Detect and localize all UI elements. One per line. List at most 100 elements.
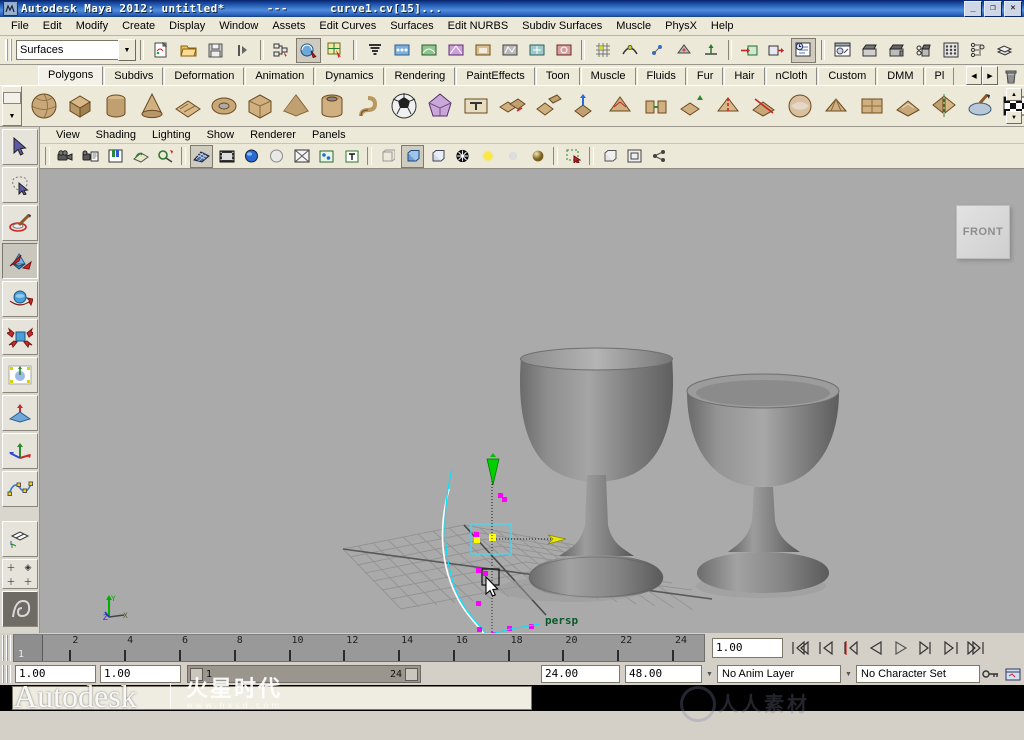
- auto-keyframe-icon[interactable]: [980, 668, 1002, 680]
- resolution-gate-icon[interactable]: [240, 145, 263, 168]
- menu-item-create[interactable]: Create: [115, 19, 162, 33]
- character-set-dropdown-arrow[interactable]: ▼: [841, 667, 856, 681]
- character-set-combo[interactable]: No Character Set: [856, 665, 980, 683]
- gate-mask-icon[interactable]: [265, 145, 288, 168]
- hulls-mask-icon[interactable]: [497, 38, 522, 63]
- help-line[interactable]: [12, 686, 532, 710]
- view-cube[interactable]: FRONT: [956, 205, 1010, 259]
- select-by-component-icon[interactable]: [323, 38, 348, 63]
- shelf-tab-next-button[interactable]: ▶: [982, 66, 998, 85]
- igs-render-icon[interactable]: [884, 38, 909, 63]
- xray-icon[interactable]: [290, 145, 313, 168]
- joints-xray-icon[interactable]: [315, 145, 338, 168]
- output-connection-icon[interactable]: [764, 38, 789, 63]
- text-overlay-icon[interactable]: [340, 145, 363, 168]
- viewport-menu-panels[interactable]: Panels: [304, 129, 354, 141]
- viewport-menu-show[interactable]: Show: [199, 129, 243, 141]
- play-forwards-button[interactable]: [891, 638, 911, 658]
- time-slider[interactable]: 1 2 4 6 8 10 12 14 16 18 20 22 24: [13, 634, 705, 662]
- hotbox-logo[interactable]: [1, 591, 38, 627]
- pivots-mask-icon[interactable]: [524, 38, 549, 63]
- single-perspective-layout[interactable]: [1, 521, 38, 557]
- render-settings-icon[interactable]: [938, 38, 963, 63]
- render-view-icon[interactable]: [830, 38, 855, 63]
- viewport-menu-renderer[interactable]: Renderer: [242, 129, 304, 141]
- layout-cell-front[interactable]: ＋: [3, 574, 20, 588]
- parm-points-mask-icon[interactable]: [416, 38, 441, 63]
- animation-start-time-field[interactable]: 1.00: [15, 665, 96, 683]
- menu-item-assets[interactable]: Assets: [265, 19, 312, 33]
- step-back-key-button[interactable]: [841, 638, 861, 658]
- film-gate-icon[interactable]: [215, 145, 238, 168]
- anim-layer-dropdown-arrow[interactable]: ▼: [702, 667, 717, 681]
- poly-pyramid-icon[interactable]: [278, 89, 313, 124]
- perspective-viewport[interactable]: FRONT persp Y Z X: [40, 169, 1024, 633]
- range-end-time-field[interactable]: 24.00: [541, 665, 620, 683]
- lines-mask-icon[interactable]: [443, 38, 468, 63]
- open-scene-icon[interactable]: [176, 38, 201, 63]
- input-connection-icon[interactable]: [737, 38, 762, 63]
- menu-item-display[interactable]: Display: [162, 19, 212, 33]
- current-time-field[interactable]: 1.00: [712, 638, 783, 658]
- handles-mask-icon[interactable]: [551, 38, 576, 63]
- select-by-object-icon[interactable]: [296, 37, 321, 63]
- rotate-tool[interactable]: [1, 281, 38, 317]
- shelf-tab-polygons[interactable]: Polygons: [38, 66, 104, 85]
- poly-platonic-icon[interactable]: [422, 89, 457, 124]
- shelf-tab-animation[interactable]: Animation: [245, 67, 315, 85]
- select-camera-icon[interactable]: [54, 145, 77, 168]
- poly-helix-icon[interactable]: [350, 89, 385, 124]
- lasso-select-tool[interactable]: [1, 167, 38, 203]
- poly-extrude-icon[interactable]: [566, 89, 601, 124]
- range-end-handle[interactable]: [405, 667, 418, 681]
- camera-attributes-icon[interactable]: [79, 145, 102, 168]
- faces-mask-icon[interactable]: [470, 38, 495, 63]
- shelf-tab-fur[interactable]: Fur: [686, 67, 724, 85]
- menu-item-edit[interactable]: Edit: [36, 19, 69, 33]
- menu-item-help[interactable]: Help: [704, 19, 741, 33]
- poly-mirror-icon[interactable]: [926, 89, 961, 124]
- grid-toggle-icon[interactable]: [190, 144, 213, 168]
- xray-mode-icon[interactable]: [598, 145, 621, 168]
- points-mask-icon[interactable]: [389, 38, 414, 63]
- smooth-shade-all-icon[interactable]: [401, 144, 424, 168]
- poly-plane-icon[interactable]: [170, 89, 205, 124]
- poly-smooth-icon[interactable]: [782, 89, 817, 124]
- soft-modification-tool[interactable]: [1, 395, 38, 431]
- render-current-frame-icon[interactable]: [857, 38, 882, 63]
- hypershade-icon[interactable]: [965, 38, 990, 63]
- go-to-start-button[interactable]: [791, 638, 811, 658]
- smooth-shade-selected-icon[interactable]: [426, 145, 449, 168]
- shelf-options-box[interactable]: ▼: [2, 86, 22, 126]
- play-backwards-button[interactable]: [866, 638, 886, 658]
- viewport-menu-shading[interactable]: Shading: [88, 129, 144, 141]
- animation-preferences-icon[interactable]: [1002, 668, 1024, 681]
- save-scene-icon[interactable]: [203, 38, 228, 63]
- poly-torus-icon[interactable]: [206, 89, 241, 124]
- trash-icon[interactable]: [1001, 67, 1021, 85]
- snap-grid-icon[interactable]: [590, 38, 615, 63]
- snap-curve-icon[interactable]: [617, 38, 642, 63]
- poly-quadrangulate-icon[interactable]: [854, 89, 889, 124]
- shelf-tab-dmm[interactable]: DMM: [877, 67, 924, 85]
- select-by-hierarchy-icon[interactable]: [269, 38, 294, 63]
- menu-item-file[interactable]: File: [4, 19, 36, 33]
- xray-joints-icon[interactable]: [623, 145, 646, 168]
- viewport-menu-lighting[interactable]: Lighting: [144, 129, 199, 141]
- snap-normal-icon[interactable]: [698, 38, 723, 63]
- shelf-scroll-down-button[interactable]: ▼: [1006, 111, 1022, 124]
- new-scene-icon[interactable]: [149, 38, 174, 63]
- show-manipulator-tool[interactable]: [1, 433, 38, 469]
- poly-prism-icon[interactable]: [242, 89, 277, 124]
- menu-item-window[interactable]: Window: [212, 19, 265, 33]
- go-to-end-button[interactable]: [966, 638, 986, 658]
- step-forward-frame-button[interactable]: [941, 638, 961, 658]
- snap-view-plane-icon[interactable]: [671, 38, 696, 63]
- component-mask-icon[interactable]: [362, 38, 387, 63]
- image-plane-icon[interactable]: [129, 145, 152, 168]
- last-tool-used[interactable]: [1, 471, 38, 507]
- isolate-select-icon[interactable]: [562, 145, 585, 168]
- menu-set-dropdown-arrow[interactable]: ▼: [118, 39, 136, 61]
- menu-item-surfaces[interactable]: Surfaces: [383, 19, 440, 33]
- layout-cell-side[interactable]: ＋: [20, 574, 37, 588]
